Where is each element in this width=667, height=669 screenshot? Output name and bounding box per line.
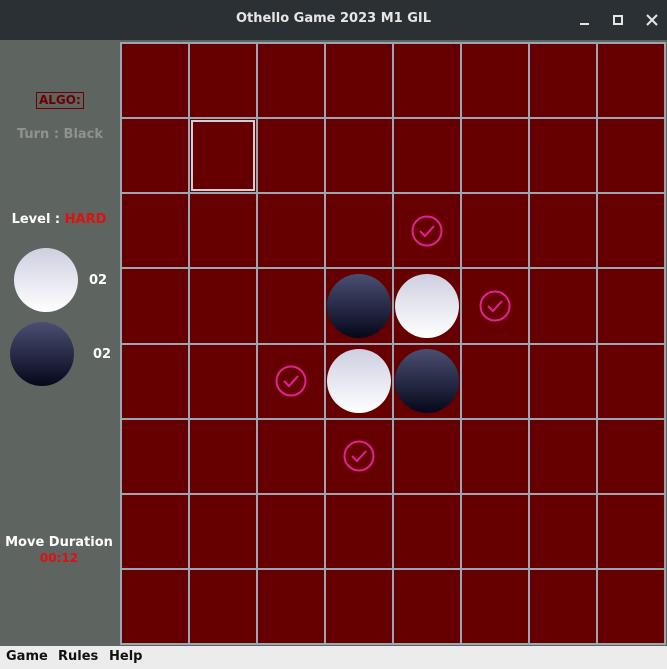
maximize-icon <box>613 15 623 25</box>
level-indicator: Level : HARD <box>0 212 118 227</box>
board-cell[interactable] <box>326 269 392 343</box>
board-cell[interactable] <box>326 494 392 568</box>
board-cell[interactable] <box>122 494 188 568</box>
close-button[interactable] <box>640 8 664 32</box>
board-cell[interactable] <box>190 194 256 268</box>
board-cell[interactable] <box>394 119 460 193</box>
board-cell[interactable] <box>258 569 324 643</box>
menu-bar: Game Rules Help <box>0 646 667 669</box>
board-cell[interactable] <box>258 119 324 193</box>
menu-game[interactable]: Game <box>6 649 48 664</box>
maximize-button[interactable] <box>606 8 630 32</box>
level-value: HARD <box>64 212 107 227</box>
valid-move-check-icon[interactable] <box>275 365 307 397</box>
minimize-button[interactable] <box>572 8 596 32</box>
white-disc <box>395 273 459 338</box>
board-cell[interactable] <box>326 344 392 418</box>
board-cell[interactable] <box>394 344 460 418</box>
board-cell[interactable] <box>258 344 324 418</box>
board-cell[interactable] <box>394 569 460 643</box>
board-cell[interactable] <box>190 119 256 193</box>
board-cell[interactable] <box>598 44 664 118</box>
board-cell[interactable] <box>122 194 188 268</box>
menu-help[interactable]: Help <box>109 649 142 664</box>
board-cell[interactable] <box>258 419 324 493</box>
black-score-disc <box>10 322 74 386</box>
board-cell[interactable] <box>394 194 460 268</box>
board-cell[interactable] <box>122 344 188 418</box>
menu-rules[interactable]: Rules <box>58 649 98 664</box>
level-label: Level : <box>11 212 65 227</box>
board-cell[interactable] <box>598 269 664 343</box>
board-cell[interactable] <box>394 419 460 493</box>
black-disc <box>327 273 391 338</box>
valid-move-check-icon[interactable] <box>411 215 443 247</box>
black-disc <box>395 349 459 414</box>
algo-label: ALGO: <box>36 92 84 109</box>
black-score: 02 <box>93 347 112 362</box>
board-cell[interactable] <box>530 269 596 343</box>
board-cell[interactable] <box>598 119 664 193</box>
game-board <box>120 42 666 645</box>
board-cell[interactable] <box>394 494 460 568</box>
board-cell[interactable] <box>530 119 596 193</box>
board-cell[interactable] <box>462 44 528 118</box>
board-cell[interactable] <box>530 44 596 118</box>
board-cell[interactable] <box>462 569 528 643</box>
board-cell[interactable] <box>394 269 460 343</box>
board-cell[interactable] <box>258 269 324 343</box>
move-duration-label: Move Duration <box>5 535 113 550</box>
minimize-icon <box>579 23 589 25</box>
board-cell[interactable] <box>122 269 188 343</box>
board-cell[interactable] <box>326 419 392 493</box>
board-cell[interactable] <box>190 569 256 643</box>
board-cell[interactable] <box>258 494 324 568</box>
board-cell[interactable] <box>190 269 256 343</box>
window-title: Othello Game 2023 M1 GIL <box>235 11 432 26</box>
board-cell[interactable] <box>462 194 528 268</box>
board-cell[interactable] <box>326 194 392 268</box>
board-cell[interactable] <box>326 119 392 193</box>
board-cell[interactable] <box>598 494 664 568</box>
board-cell[interactable] <box>394 44 460 118</box>
board-cell[interactable] <box>530 569 596 643</box>
turn-indicator: Turn : Black <box>16 127 104 142</box>
board-cell[interactable] <box>326 569 392 643</box>
valid-move-check-icon[interactable] <box>479 290 511 322</box>
board-cell[interactable] <box>530 494 596 568</box>
board-cell[interactable] <box>122 419 188 493</box>
board-cell[interactable] <box>530 194 596 268</box>
board-cell[interactable] <box>462 269 528 343</box>
board-cell[interactable] <box>530 419 596 493</box>
move-duration-value: 00:12 <box>39 551 79 565</box>
board-cell[interactable] <box>598 194 664 268</box>
board-cell[interactable] <box>190 419 256 493</box>
board-cell[interactable] <box>258 194 324 268</box>
white-disc <box>327 349 391 414</box>
white-score: 02 <box>89 273 108 288</box>
board-cell[interactable] <box>122 569 188 643</box>
board-cell[interactable] <box>258 44 324 118</box>
title-bar: Othello Game 2023 M1 GIL <box>0 0 667 40</box>
board-cell[interactable] <box>598 569 664 643</box>
board-cell[interactable] <box>190 344 256 418</box>
board-cell[interactable] <box>122 119 188 193</box>
board-cell[interactable] <box>326 44 392 118</box>
board-cell[interactable] <box>598 344 664 418</box>
board-cell[interactable] <box>462 494 528 568</box>
close-icon <box>646 14 658 26</box>
board-cell[interactable] <box>462 119 528 193</box>
board-cell[interactable] <box>598 419 664 493</box>
board-cell[interactable] <box>122 44 188 118</box>
board-cell[interactable] <box>462 419 528 493</box>
board-cell[interactable] <box>530 344 596 418</box>
sidebar-panel: ALGO: Turn : Black Level : HARD 02 02 Mo… <box>0 40 120 646</box>
board-cell[interactable] <box>190 494 256 568</box>
board-cell[interactable] <box>462 344 528 418</box>
board-cell[interactable] <box>190 44 256 118</box>
white-score-disc <box>14 248 78 312</box>
valid-move-check-icon[interactable] <box>343 440 375 472</box>
